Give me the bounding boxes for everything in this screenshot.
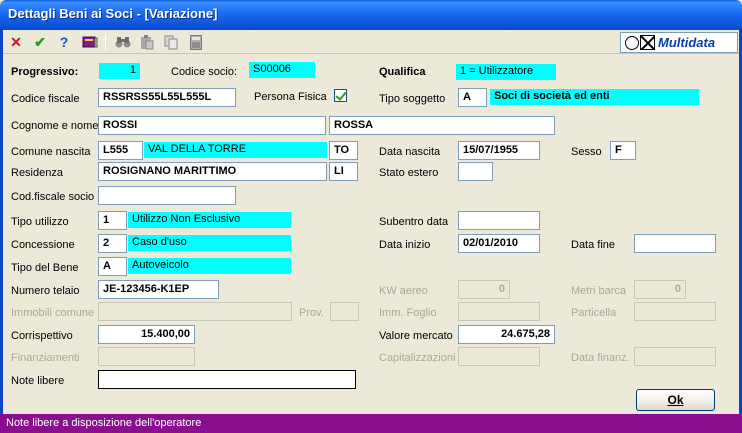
copy-icon[interactable] [161,32,181,52]
subentro-data-input[interactable] [458,211,540,230]
label-tipo-soggetto: Tipo soggetto [379,93,446,105]
label-kw-aereo: KW aereo [379,285,428,297]
book-icon[interactable] [80,32,100,52]
residenza-input[interactable]: ROSIGNANO MARITTIMO [98,162,327,181]
label-data-fine: Data fine [571,239,616,251]
title-bar: Dettagli Beni ai Soci - [Variazione] [0,0,742,30]
imm-foglio-input [458,302,540,321]
toolbar: ✕ ✔ ? Multidata [0,30,742,54]
help-icon[interactable]: ? [54,32,74,52]
label-data-nascita: Data nascita [379,146,441,158]
label-metri-barca: Metri barca [571,285,627,297]
immobili-comune-input [98,302,292,321]
label-tipo-bene: Tipo del Bene [11,262,79,274]
binoculars-icon[interactable] [113,32,133,52]
status-bar: Note libere a disposizione dell'operator… [0,414,742,433]
label-imm-foglio: Imm. Foglio [379,307,437,319]
codice-fiscale-input[interactable]: RSSRSS55L55L555L [98,88,236,107]
window-title: Dettagli Beni ai Soci - [Variazione] [8,6,218,21]
data-fine-input[interactable] [634,234,716,253]
comune-nascita-description: VAL DELLA TORRE [144,142,327,158]
valore-mercato-input[interactable]: 24.675,28 [458,325,555,344]
label-valore-mercato: Valore mercato [379,330,453,342]
label-progressivo: Progressivo: [11,66,79,78]
qualifica-field: 1 = Utilizzatore [456,64,556,80]
data-finanz-input [634,347,716,366]
paste-icon[interactable] [137,32,157,52]
brand-logo: Multidata [620,32,738,53]
label-cod-fiscale-socio: Cod.fiscale socio [11,191,95,203]
label-comune-nascita: Comune nascita [11,146,91,158]
logo-cross-box-icon [640,35,655,50]
label-tipo-utilizzo: Tipo utilizzo [11,216,69,228]
corrispettivo-input[interactable]: 15.400,00 [98,325,195,344]
label-immobili-comune: Immobili comune [11,307,95,319]
calculator-icon[interactable] [186,32,206,52]
capitalizzazioni-input [458,347,540,366]
cognome-input[interactable]: ROSSI [98,116,326,135]
label-qualifica: Qualifica [379,66,426,78]
label-sesso: Sesso [571,146,602,158]
stato-estero-input[interactable] [458,162,493,181]
progressivo-field: 1 [99,63,140,79]
brand-name: Multidata [658,35,716,50]
label-finanziamenti: Finanziamenti [11,352,80,364]
kw-aereo-input: 0 [458,280,510,299]
tipo-utilizzo-description: Utilizzo Non Esclusivo [128,212,291,228]
persona-fisica-checkbox[interactable] [334,89,347,102]
sesso-input[interactable]: F [610,141,636,160]
numero-telaio-input[interactable]: JE-123456-K1EP [98,280,219,299]
label-concessione: Concessione [11,239,75,251]
window-border-left [0,30,3,414]
confirm-check-icon[interactable]: ✔ [30,32,50,52]
concessione-description: Caso d'uso [128,235,291,251]
prov-input [330,302,359,321]
note-libere-input[interactable] [98,370,356,389]
cancel-icon[interactable]: ✕ [6,32,26,52]
label-prov: Prov. [299,307,324,319]
concessione-code-input[interactable]: 2 [98,234,127,253]
tipo-utilizzo-code-input[interactable]: 1 [98,211,127,230]
data-inizio-input[interactable]: 02/01/2010 [458,234,540,253]
tipo-bene-description: Autoveicolo [128,258,291,274]
comune-nascita-code-input[interactable]: L555 [98,141,143,160]
label-residenza: Residenza [11,167,63,179]
label-stato-estero: Stato estero [379,167,439,179]
finanziamenti-input [98,347,195,366]
label-persona-fisica: Persona Fisica [254,91,327,103]
label-subentro-data: Subentro data [379,216,449,228]
data-nascita-input[interactable]: 15/07/1955 [458,141,540,160]
logo-circle-icon [625,35,639,50]
label-note-libere: Note libere [11,375,65,387]
label-codice-socio: Codice socio: [171,66,238,78]
label-corrispettivo: Corrispettivo [11,330,73,342]
cod-fiscale-socio-input[interactable] [98,186,236,205]
codice-socio-field: S00006 [249,62,315,78]
tipo-soggetto-description: Soci di società ed enti [490,89,699,105]
dialog-window: Dettagli Beni ai Soci - [Variazione] ✕ ✔… [0,0,742,433]
label-data-inizio: Data inizio [379,239,431,251]
tipo-bene-code-input[interactable]: A [98,257,127,276]
label-numero-telaio: Numero telaio [11,285,80,297]
ok-button[interactable]: Ok [636,389,715,411]
toolbar-separator [105,34,106,50]
metri-barca-input: 0 [634,280,686,299]
nome-input[interactable]: ROSSA [329,116,555,135]
comune-nascita-prov-input[interactable]: TO [329,141,358,160]
tipo-soggetto-code-input[interactable]: A [458,88,487,107]
residenza-prov-input[interactable]: LI [329,162,358,181]
label-codice-fiscale: Codice fiscale [11,93,80,105]
label-particella: Particella [571,307,617,319]
particella-input [634,302,716,321]
label-cognome-nome: Cognome e nome [11,120,99,132]
label-capitalizzazioni: Capitalizzazioni [379,352,456,364]
label-data-finanz: Data finanz. [571,352,630,364]
